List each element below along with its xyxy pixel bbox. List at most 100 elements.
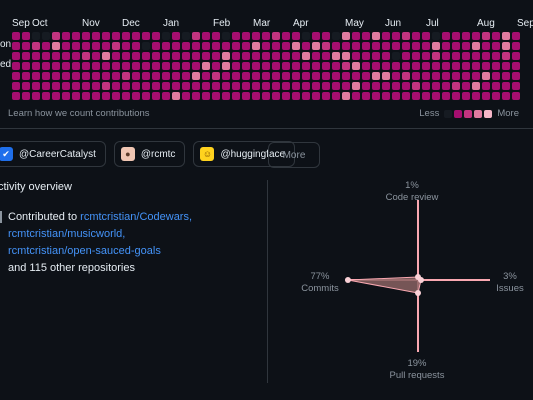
contribution-day[interactable]: [432, 72, 440, 80]
contribution-day[interactable]: [182, 82, 190, 90]
contribution-day[interactable]: [362, 42, 370, 50]
contribution-day[interactable]: [162, 92, 170, 100]
contribution-day[interactable]: [462, 62, 470, 70]
contribution-day[interactable]: [502, 72, 510, 80]
contribution-day[interactable]: [372, 92, 380, 100]
contribution-day[interactable]: [22, 62, 30, 70]
contribution-day[interactable]: [152, 32, 160, 40]
contribution-day[interactable]: [12, 62, 20, 70]
contribution-day[interactable]: [32, 82, 40, 90]
contribution-day[interactable]: [302, 92, 310, 100]
contribution-day[interactable]: [372, 72, 380, 80]
contribution-day[interactable]: [402, 42, 410, 50]
contribution-day[interactable]: [282, 42, 290, 50]
contribution-day[interactable]: [272, 62, 280, 70]
contribution-day[interactable]: [472, 42, 480, 50]
contribution-day[interactable]: [312, 62, 320, 70]
contribution-day[interactable]: [472, 72, 480, 80]
contribution-day[interactable]: [352, 82, 360, 90]
contribution-day[interactable]: [112, 42, 120, 50]
contribution-day[interactable]: [52, 52, 60, 60]
contribution-day[interactable]: [132, 42, 140, 50]
contribution-day[interactable]: [142, 62, 150, 70]
contribution-day[interactable]: [122, 42, 130, 50]
contribution-day[interactable]: [382, 32, 390, 40]
contribution-day[interactable]: [422, 42, 430, 50]
contribution-day[interactable]: [302, 62, 310, 70]
contribution-day[interactable]: [62, 52, 70, 60]
contribution-day[interactable]: [132, 32, 140, 40]
contribution-day[interactable]: [492, 82, 500, 90]
contribution-day[interactable]: [472, 32, 480, 40]
contribution-day[interactable]: [442, 82, 450, 90]
contribution-day[interactable]: [312, 32, 320, 40]
contribution-day[interactable]: [112, 82, 120, 90]
contribution-day[interactable]: [262, 72, 270, 80]
contribution-day[interactable]: [62, 92, 70, 100]
contribution-day[interactable]: [202, 52, 210, 60]
contribution-day[interactable]: [172, 92, 180, 100]
contribution-day[interactable]: [322, 72, 330, 80]
contribution-day[interactable]: [312, 52, 320, 60]
contribution-day[interactable]: [262, 62, 270, 70]
contribution-day[interactable]: [132, 92, 140, 100]
contribution-day[interactable]: [22, 92, 30, 100]
contribution-day[interactable]: [282, 92, 290, 100]
contribution-day[interactable]: [12, 82, 20, 90]
contribution-day[interactable]: [282, 52, 290, 60]
contribution-day[interactable]: [122, 32, 130, 40]
contribution-day[interactable]: [212, 82, 220, 90]
contribution-day[interactable]: [372, 52, 380, 60]
contribution-day[interactable]: [432, 42, 440, 50]
contribution-day[interactable]: [472, 62, 480, 70]
contribution-day[interactable]: [282, 32, 290, 40]
contribution-day[interactable]: [212, 62, 220, 70]
contribution-day[interactable]: [292, 32, 300, 40]
contribution-day[interactable]: [42, 92, 50, 100]
contribution-day[interactable]: [52, 32, 60, 40]
contribution-day[interactable]: [242, 72, 250, 80]
contribution-day[interactable]: [202, 72, 210, 80]
contribution-day[interactable]: [272, 52, 280, 60]
contribution-day[interactable]: [92, 92, 100, 100]
contribution-day[interactable]: [432, 82, 440, 90]
contribution-day[interactable]: [392, 82, 400, 90]
contribution-day[interactable]: [112, 32, 120, 40]
contribution-day[interactable]: [182, 52, 190, 60]
contribution-day[interactable]: [102, 32, 110, 40]
contribution-day[interactable]: [172, 52, 180, 60]
contribution-day[interactable]: [282, 82, 290, 90]
contribution-day[interactable]: [422, 32, 430, 40]
contribution-day[interactable]: [62, 42, 70, 50]
contribution-day[interactable]: [372, 62, 380, 70]
contribution-day[interactable]: [512, 82, 520, 90]
contribution-day[interactable]: [162, 82, 170, 90]
contribution-day[interactable]: [422, 72, 430, 80]
contribution-day[interactable]: [502, 62, 510, 70]
contribution-day[interactable]: [482, 72, 490, 80]
contribution-day[interactable]: [382, 62, 390, 70]
contribution-day[interactable]: [432, 92, 440, 100]
contribution-day[interactable]: [262, 92, 270, 100]
contribution-day[interactable]: [492, 42, 500, 50]
contribution-day[interactable]: [32, 42, 40, 50]
contribution-day[interactable]: [152, 72, 160, 80]
contribution-day[interactable]: [402, 72, 410, 80]
contribution-day[interactable]: [392, 52, 400, 60]
contribution-day[interactable]: [342, 62, 350, 70]
contribution-day[interactable]: [42, 62, 50, 70]
contribution-day[interactable]: [212, 42, 220, 50]
contribution-day[interactable]: [392, 72, 400, 80]
contribution-day[interactable]: [132, 52, 140, 60]
contribution-day[interactable]: [412, 92, 420, 100]
contribution-day[interactable]: [192, 62, 200, 70]
contribution-day[interactable]: [162, 52, 170, 60]
contribution-day[interactable]: [442, 92, 450, 100]
contribution-day[interactable]: [192, 52, 200, 60]
contribution-day[interactable]: [202, 92, 210, 100]
contribution-day[interactable]: [112, 62, 120, 70]
contribution-day[interactable]: [342, 32, 350, 40]
contribution-day[interactable]: [342, 72, 350, 80]
contribution-day[interactable]: [272, 92, 280, 100]
contribution-day[interactable]: [242, 42, 250, 50]
